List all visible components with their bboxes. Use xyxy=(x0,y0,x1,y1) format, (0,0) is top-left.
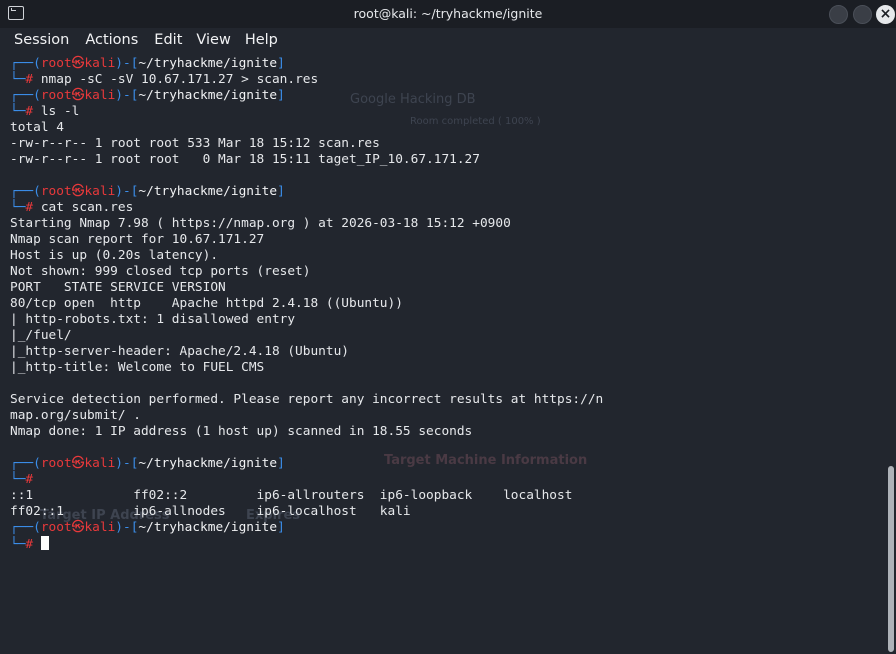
prompt-bracket: ] xyxy=(277,56,285,71)
prompt-path: ~/tryhackme/ignite xyxy=(138,520,278,535)
command-text: nmap -sC -sV 10.67.171.27 > scan.res xyxy=(33,72,319,87)
prompt-symbol: # xyxy=(25,472,34,487)
output-line: |_/fuel/ xyxy=(10,328,72,343)
prompt-path: ~/tryhackme/ignite xyxy=(138,56,278,71)
output-line: Not shown: 999 closed tcp ports (reset) xyxy=(10,264,311,279)
prompt-corner: └─ xyxy=(10,72,26,87)
prompt-at: ㉿ xyxy=(71,88,85,103)
output-line: Nmap scan report for 10.67.171.27 xyxy=(10,232,265,247)
prompt-user: root xyxy=(40,88,72,103)
prompt-user: root xyxy=(40,520,72,535)
prompt-bracket: ] xyxy=(277,456,285,471)
prompt-user: root xyxy=(40,456,72,471)
prompt-corner: ┌──( xyxy=(10,88,41,103)
prompt-host: kali xyxy=(84,184,116,199)
prompt-path: ~/tryhackme/ignite xyxy=(138,184,278,199)
command-line: └─# cat scan.res xyxy=(10,200,880,216)
prompt-separator: )-[ xyxy=(115,456,139,471)
prompt-symbol: # xyxy=(25,537,34,552)
prompt-user: root xyxy=(40,184,72,199)
prompt-path: ~/tryhackme/ignite xyxy=(138,456,278,471)
window-title: root@kali: ~/tryhackme/ignite xyxy=(353,6,543,21)
text-cursor xyxy=(40,536,49,550)
prompt-corner: └─ xyxy=(10,472,26,487)
prompt-corner: └─ xyxy=(10,104,26,119)
output-line: Host is up (0.20s latency). xyxy=(10,248,219,263)
prompt-at: ㉿ xyxy=(71,184,85,199)
prompt-separator: )-[ xyxy=(115,88,139,103)
prompt-corner: ┌──( xyxy=(10,56,41,71)
command-line: └─# nmap -sC -sV 10.67.171.27 > scan.res xyxy=(10,72,880,88)
output-line: map.org/submit/ . xyxy=(10,408,141,423)
maximize-button[interactable] xyxy=(853,5,872,24)
prompt-line: ┌──(root㉿kali)-[~/tryhackme/ignite] xyxy=(10,56,880,72)
minimize-button[interactable] xyxy=(829,5,848,24)
output-line: PORT STATE SERVICE VERSION xyxy=(10,280,226,295)
prompt-separator: )-[ xyxy=(115,184,139,199)
prompt-line: ┌──(root㉿kali)-[~/tryhackme/ignite] xyxy=(10,88,880,104)
prompt-line: ┌──(root㉿kali)-[~/tryhackme/ignite] xyxy=(10,520,880,536)
prompt-corner: ┌──( xyxy=(10,456,41,471)
menu-actions[interactable]: Actions xyxy=(85,28,138,52)
prompt-host: kali xyxy=(84,520,116,535)
prompt-symbol: # xyxy=(25,200,34,215)
output-line: Starting Nmap 7.98 ( https://nmap.org ) … xyxy=(10,216,511,231)
output-line: ::1 ff02::2 ip6-allrouters ip6-loopback … xyxy=(10,488,573,503)
scrollbar[interactable] xyxy=(888,466,894,652)
prompt-symbol: # xyxy=(25,72,34,87)
terminal-output[interactable]: ┌──(root㉿kali)-[~/tryhackme/ignite] └─# n… xyxy=(10,56,880,652)
prompt-line: ┌──(root㉿kali)-[~/tryhackme/ignite] xyxy=(10,184,880,200)
prompt-at: ㉿ xyxy=(71,456,85,471)
prompt-bracket: ] xyxy=(277,184,285,199)
output-line: 80/tcp open http Apache httpd 2.4.18 ((U… xyxy=(10,296,403,311)
menu-session[interactable]: Session xyxy=(14,28,69,52)
menu-view[interactable]: View xyxy=(196,28,230,52)
menu-help[interactable]: Help xyxy=(245,28,278,52)
prompt-at: ㉿ xyxy=(71,520,85,535)
prompt-corner: ┌──( xyxy=(10,184,41,199)
prompt-corner: ┌──( xyxy=(10,520,41,535)
command-line: └─# ls -l xyxy=(10,104,880,120)
prompt-separator: )-[ xyxy=(115,56,139,71)
prompt-bracket: ] xyxy=(277,88,285,103)
prompt-at: ㉿ xyxy=(71,56,85,71)
prompt-line: ┌──(root㉿kali)-[~/tryhackme/ignite] xyxy=(10,456,880,472)
command-text: cat scan.res xyxy=(33,200,134,215)
prompt-bracket: ] xyxy=(277,520,285,535)
output-line: ff02::1 ip6-allnodes ip6-localhost kali xyxy=(10,504,411,519)
output-line: |_http-server-header: Apache/2.4.18 (Ubu… xyxy=(10,344,349,359)
prompt-host: kali xyxy=(84,456,116,471)
prompt-corner: └─ xyxy=(10,537,26,552)
output-line: total 4 xyxy=(10,120,64,135)
command-line: └─# xyxy=(10,536,880,552)
title-bar: root@kali: ~/tryhackme/ignite × xyxy=(0,0,896,28)
command-line: └─# xyxy=(10,472,880,488)
prompt-corner: └─ xyxy=(10,200,26,215)
output-line: Nmap done: 1 IP address (1 host up) scan… xyxy=(10,424,473,439)
output-line: -rw-r--r-- 1 root root 0 Mar 18 15:11 ta… xyxy=(10,152,480,167)
prompt-symbol: # xyxy=(25,104,34,119)
output-line: | http-robots.txt: 1 disallowed entry xyxy=(10,312,296,327)
output-line: |_http-title: Welcome to FUEL CMS xyxy=(10,360,265,375)
output-line: Service detection performed. Please repo… xyxy=(10,392,604,407)
prompt-path: ~/tryhackme/ignite xyxy=(138,88,278,103)
close-button[interactable]: × xyxy=(876,5,895,24)
prompt-user: root xyxy=(40,56,72,71)
prompt-host: kali xyxy=(84,88,116,103)
prompt-host: kali xyxy=(84,56,116,71)
menu-bar: Session Actions Edit View Help xyxy=(0,28,896,52)
prompt-separator: )-[ xyxy=(115,520,139,535)
command-text: ls -l xyxy=(33,104,80,119)
output-line: -rw-r--r-- 1 root root 533 Mar 18 15:12 … xyxy=(10,136,380,151)
menu-edit[interactable]: Edit xyxy=(154,28,182,52)
